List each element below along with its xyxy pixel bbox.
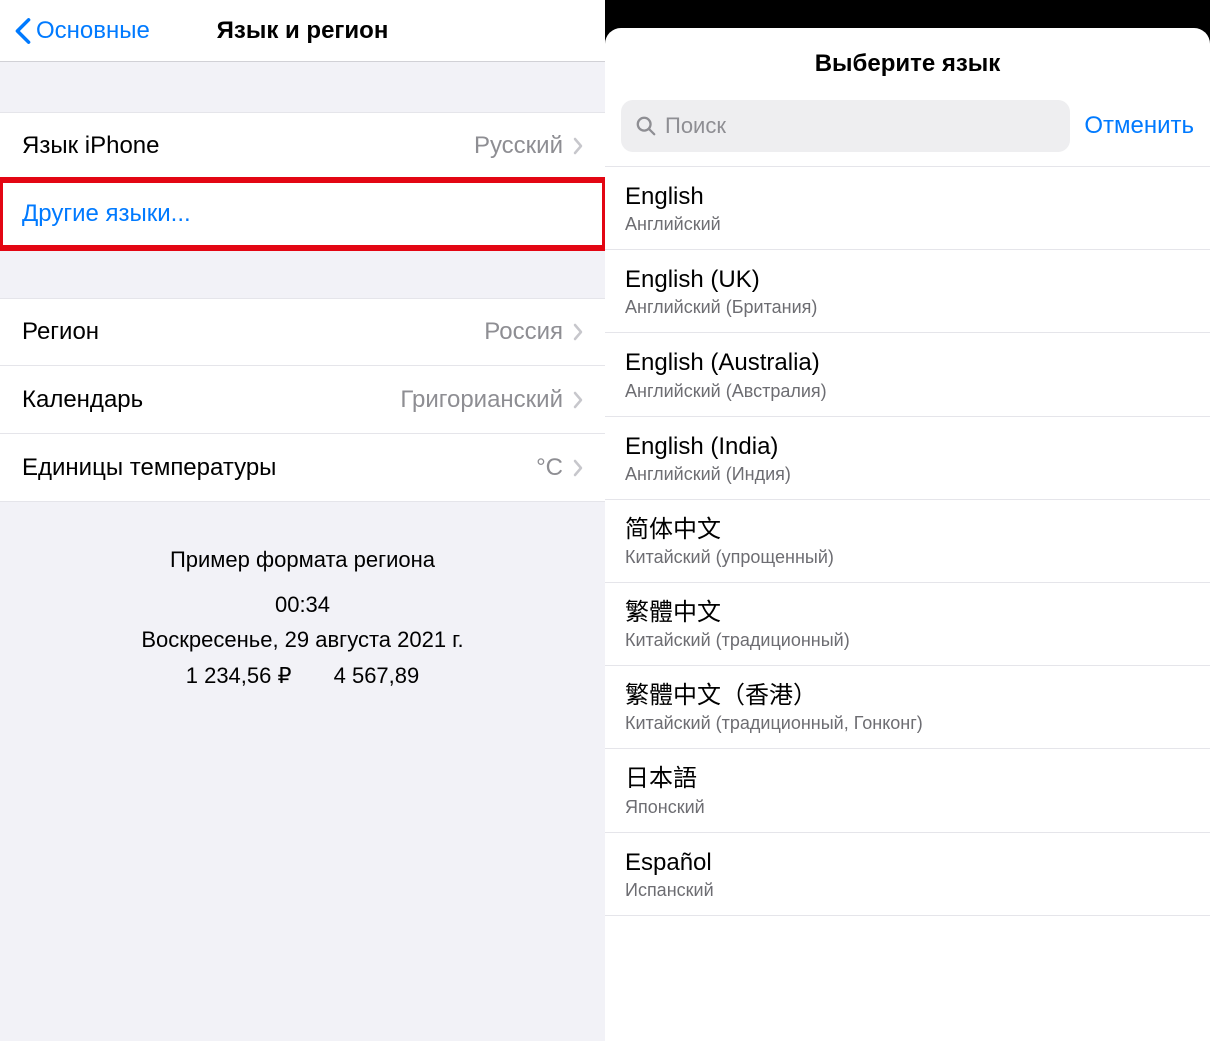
iphone-language-row[interactable]: Язык iPhone Русский [0,112,605,180]
region-format-example: Пример формата региона 00:34 Воскресенье… [0,502,605,733]
region-row[interactable]: Регион Россия [0,298,605,366]
language-row[interactable]: 简体中文Китайский (упрощенный) [605,500,1210,583]
row-value: Россия [484,318,563,346]
row-label: Язык iPhone [22,132,159,160]
example-date: Воскресенье, 29 августа 2021 г. [20,622,585,657]
search-icon [635,115,657,137]
language-subtitle: Английский (Индия) [625,464,1190,485]
language-subtitle: Английский (Австралия) [625,381,1190,402]
language-sheet: Выберите язык Отменить EnglishАнглийский… [605,28,1210,1041]
cancel-button[interactable]: Отменить [1084,112,1194,140]
status-bar [605,0,1210,28]
calendar-row[interactable]: Календарь Григорианский [0,366,605,434]
language-row[interactable]: English (Australia) Английский (Австралия… [605,333,1210,416]
language-subtitle: Китайский (традиционный) [625,630,1190,651]
language-row[interactable]: English (India)Английский (Индия) [605,417,1210,500]
language-name: 简体中文 [625,514,1190,545]
search-row: Отменить [605,94,1210,167]
row-label: Единицы температуры [22,454,276,482]
language-name: English (Australia) [625,347,1190,378]
row-label: Другие языки... [22,200,191,228]
language-picker-pane: Выберите язык Отменить EnglishАнглийский… [605,0,1210,1041]
example-time: 00:34 [20,587,585,622]
row-value: °C [536,454,563,482]
example-numbers: 1 234,56 ₽ 4 567,89 [20,658,585,693]
language-name: 繁體中文（香港） [625,680,1190,711]
language-name: 繁體中文 [625,597,1190,628]
other-languages-row[interactable]: Другие языки... [0,180,605,248]
back-button[interactable]: Основные [14,17,150,45]
language-row[interactable]: EspañolИспанский [605,833,1210,916]
example-number: 4 567,89 [334,663,420,688]
language-row[interactable]: EnglishАнглийский [605,167,1210,250]
language-row[interactable]: 日本語 Японский [605,749,1210,832]
language-name: English (UK) [625,264,1190,295]
language-row[interactable]: 繁體中文Китайский (традиционный) [605,583,1210,666]
row-label: Календарь [22,386,143,414]
nav-bar: Основные Язык и регион [0,0,605,62]
chevron-right-icon [573,323,583,341]
language-row[interactable]: 繁體中文（香港）Китайский (традиционный, Гонконг… [605,666,1210,749]
row-value: Григорианский [400,386,563,414]
back-label: Основные [36,17,150,45]
language-subtitle: Испанский [625,880,1190,901]
language-subtitle: Японский [625,797,1190,818]
page-title: Язык и регион [217,17,389,45]
language-name: English [625,181,1190,212]
language-subtitle: Китайский (упрощенный) [625,547,1190,568]
language-name: English (India) [625,431,1190,462]
chevron-right-icon [573,137,583,155]
example-heading: Пример формата региона [20,542,585,577]
search-input[interactable] [665,113,1056,139]
sheet-title: Выберите язык [615,50,1200,78]
chevron-right-icon [573,391,583,409]
language-subtitle: Китайский (традиционный, Гонконг) [625,713,1190,734]
chevron-left-icon [14,17,32,45]
row-value: Русский [474,132,563,160]
region-section: Регион Россия Календарь Григорианский Ед… [0,298,605,502]
language-subtitle: Английский [625,214,1190,235]
temperature-units-row[interactable]: Единицы температуры °C [0,434,605,502]
language-section: Язык iPhone Русский Другие языки... [0,112,605,248]
language-list[interactable]: EnglishАнглийскийEnglish (UK)Английский … [605,167,1210,1041]
language-row[interactable]: English (UK)Английский (Британия) [605,250,1210,333]
sheet-header: Выберите язык [605,28,1210,94]
language-name: 日本語 [625,763,1190,794]
example-currency: 1 234,56 ₽ [186,663,292,688]
language-subtitle: Английский (Британия) [625,297,1190,318]
language-name: Español [625,847,1190,878]
search-field[interactable] [621,100,1070,152]
settings-pane: Основные Язык и регион Язык iPhone Русск… [0,0,605,1041]
chevron-right-icon [573,459,583,477]
row-label: Регион [22,318,99,346]
